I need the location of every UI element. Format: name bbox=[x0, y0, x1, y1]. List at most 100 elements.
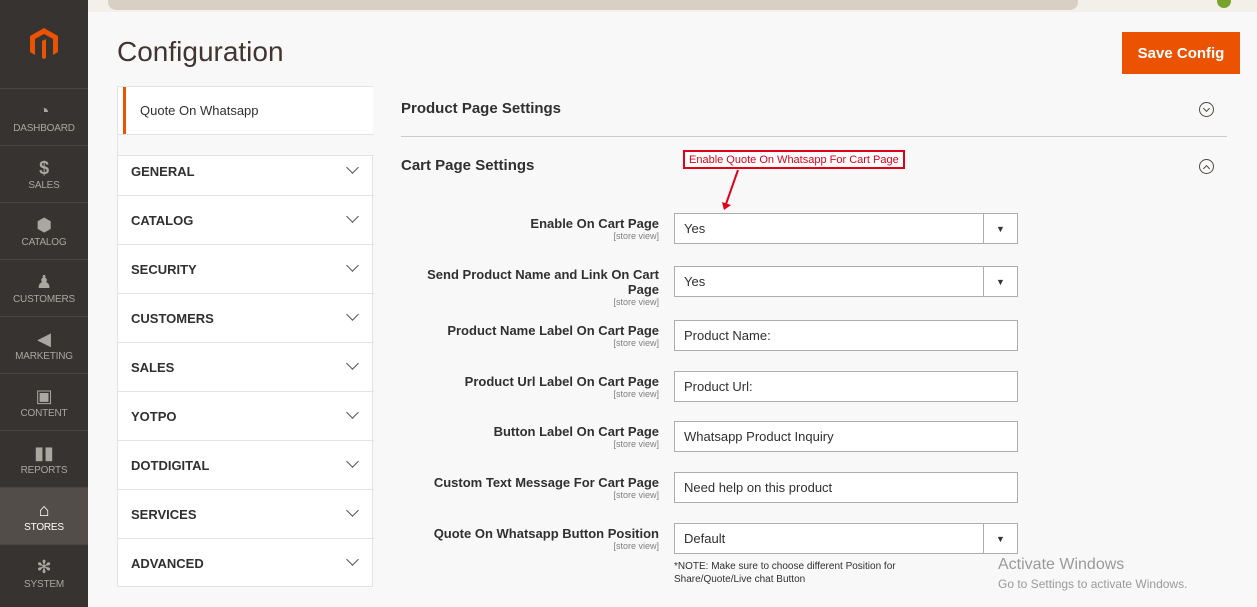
tab-label: SALES bbox=[131, 359, 175, 375]
label-button-label: Button Label On Cart Page [store view] bbox=[494, 424, 659, 449]
scope-hint: [store view] bbox=[613, 231, 659, 241]
nav-label: CATALOG bbox=[21, 236, 67, 248]
label-text: Button Label On Cart Page bbox=[493, 424, 659, 439]
tab-label: DOTDIGITAL bbox=[131, 457, 210, 473]
label-custom-text-message: Custom Text Message For Cart Page [store … bbox=[434, 475, 659, 500]
tab-label: ADVANCED bbox=[131, 556, 204, 571]
tab-quote-on-whatsapp[interactable]: Quote On Whatsapp bbox=[123, 87, 373, 134]
chevron-down-icon bbox=[346, 308, 359, 321]
tab-label: CUSTOMERS bbox=[131, 310, 214, 326]
nav-label: CONTENT bbox=[20, 407, 68, 419]
nav-item-customers[interactable]: ♟ CUSTOMERS bbox=[0, 259, 88, 316]
tab-yotpo[interactable]: YOTPO bbox=[118, 392, 374, 441]
scope-hint: [store view] bbox=[613, 490, 659, 500]
tab-label: YOTPO bbox=[131, 408, 177, 424]
nav-item-reports[interactable]: ▮▮ REPORTS bbox=[0, 430, 88, 487]
button-position-select[interactable]: Default ▼ bbox=[674, 523, 1018, 554]
nav-item-dashboard[interactable]: ◔ DASHBOARD bbox=[0, 88, 88, 145]
chevron-down-icon bbox=[346, 210, 359, 223]
select-value: Default bbox=[684, 531, 726, 546]
nav-item-marketing[interactable]: ◀ MARKETING bbox=[0, 316, 88, 373]
nav-item-content[interactable]: ▣ CONTENT bbox=[0, 373, 88, 430]
product-name-label-input[interactable]: Product Name: bbox=[674, 320, 1018, 351]
annotation-arrow-icon bbox=[722, 169, 739, 210]
tab-label: GENERAL bbox=[131, 163, 195, 179]
select-value: Yes bbox=[684, 221, 706, 236]
section-cart-page-settings[interactable]: Cart Page Settings bbox=[401, 157, 534, 174]
layout-icon: ▣ bbox=[35, 385, 53, 406]
magento-logo-icon[interactable] bbox=[0, 0, 88, 88]
page-title: Configuration bbox=[117, 36, 284, 67]
tab-advanced[interactable]: ADVANCED bbox=[118, 539, 374, 588]
tab-label: CATALOG bbox=[131, 212, 194, 228]
collapse-circle-icon[interactable] bbox=[1199, 159, 1214, 174]
tab-customers[interactable]: CUSTOMERS bbox=[118, 294, 374, 343]
product-url-label-input[interactable]: Product Url: bbox=[674, 371, 1018, 402]
label-text: Send Product Name and Link On Cart Page bbox=[427, 267, 659, 297]
tab-label: SERVICES bbox=[131, 506, 197, 522]
dropdown-arrow-icon[interactable]: ▼ bbox=[983, 214, 1017, 243]
config-tabs: Quote On Whatsapp GENERAL CATALOG SECURI… bbox=[117, 86, 374, 588]
nav-item-system[interactable]: ✻ SYSTEM bbox=[0, 544, 88, 601]
tab-security[interactable]: SECURITY bbox=[118, 245, 374, 294]
admin-menu: ◔ DASHBOARD $ SALES ⬢ CATALOG ♟ CUSTOMERS ◀ M… bbox=[0, 0, 88, 607]
expand-circle-icon[interactable] bbox=[1199, 102, 1214, 117]
label-text: Product Name Label On Cart Page bbox=[447, 323, 659, 338]
bar-chart-icon: ▮▮ bbox=[34, 442, 54, 463]
chevron-down-icon bbox=[346, 455, 359, 468]
watermark-title: Activate Windows bbox=[998, 556, 1125, 573]
scope-hint: [store view] bbox=[613, 389, 659, 399]
scope-hint: [store view] bbox=[613, 297, 659, 307]
top-bar-fill bbox=[108, 0, 1078, 10]
label-enable-on-cart-page: Enable On Cart Page [store view] bbox=[530, 216, 659, 241]
custom-text-message-input[interactable]: Need help on this product bbox=[674, 472, 1018, 503]
tab-dotdigital[interactable]: DOTDIGITAL bbox=[118, 441, 374, 490]
send-product-name-link-select[interactable]: Yes ▼ bbox=[674, 266, 1018, 297]
dollar-icon: $ bbox=[39, 157, 49, 178]
watermark-subtitle: Go to Settings to activate Windows. bbox=[998, 577, 1188, 591]
scope-hint: [store view] bbox=[613, 541, 659, 551]
dashboard-icon: ◔ bbox=[38, 100, 50, 121]
nav-label: MARKETING bbox=[15, 350, 73, 362]
label-button-position: Quote On Whatsapp Button Position [store … bbox=[434, 526, 659, 551]
button-label-input[interactable]: Whatsapp Product Inquiry bbox=[674, 421, 1018, 452]
nav-label: SALES bbox=[28, 179, 60, 191]
nav-label: STORES bbox=[24, 521, 64, 533]
dropdown-arrow-icon[interactable]: ▼ bbox=[983, 524, 1017, 553]
nav-label: CUSTOMERS bbox=[13, 293, 75, 305]
nav-item-sales[interactable]: $ SALES bbox=[0, 145, 88, 202]
label-text: Custom Text Message For Cart Page bbox=[433, 475, 659, 490]
annotation-callout: Enable Quote On Whatsapp For Cart Page bbox=[683, 150, 905, 169]
tab-services[interactable]: SERVICES bbox=[118, 490, 374, 539]
section-product-page-settings[interactable]: Product Page Settings bbox=[401, 100, 561, 117]
label-text: Quote On Whatsapp Button Position bbox=[433, 526, 659, 541]
person-icon: ♟ bbox=[36, 271, 52, 292]
store-icon: ⌂ bbox=[38, 499, 50, 520]
nav-item-stores[interactable]: ⌂ STORES bbox=[0, 487, 88, 544]
nav-item-catalog[interactable]: ⬢ CATALOG bbox=[0, 202, 88, 259]
label-send-product-name-link: Send Product Name and Link On Cart Page[… bbox=[419, 267, 659, 307]
gear-icon: ✻ bbox=[36, 556, 52, 577]
chevron-down-icon bbox=[346, 161, 359, 174]
tab-general[interactable]: GENERAL bbox=[118, 147, 374, 196]
chevron-down-icon bbox=[346, 357, 359, 370]
section-divider bbox=[401, 136, 1227, 137]
tab-sales[interactable]: SALES bbox=[118, 343, 374, 392]
nav-label: DASHBOARD bbox=[13, 122, 75, 134]
scope-hint: [store view] bbox=[613, 439, 659, 449]
chevron-down-icon bbox=[346, 504, 359, 517]
chevron-down-icon bbox=[346, 406, 359, 419]
tab-catalog[interactable]: CATALOG bbox=[118, 196, 374, 245]
status-dot-icon bbox=[1217, 0, 1231, 8]
position-note: *NOTE: Make sure to choose different Pos… bbox=[674, 561, 896, 585]
dropdown-arrow-icon[interactable]: ▼ bbox=[983, 267, 1017, 296]
select-value: Yes bbox=[684, 274, 706, 289]
label-text: Enable On Cart Page bbox=[530, 216, 659, 231]
scope-hint: [store view] bbox=[613, 338, 659, 348]
save-config-button[interactable]: Save Config bbox=[1122, 32, 1240, 74]
windows-watermark: Activate Windows Go to Settings to activ… bbox=[998, 556, 1187, 592]
label-text: Product Url Label On Cart Page bbox=[464, 374, 659, 389]
enable-on-cart-page-select[interactable]: Yes ▼ bbox=[674, 213, 1018, 244]
label-product-name-label: Product Name Label On Cart Page [store vi… bbox=[447, 323, 659, 348]
megaphone-icon: ◀ bbox=[37, 328, 51, 349]
